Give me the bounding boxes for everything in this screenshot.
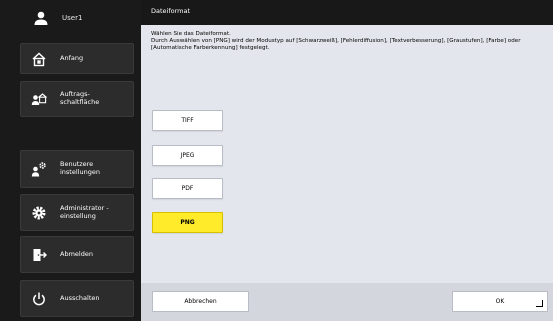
sidebar-item-home[interactable]: Anfang <box>20 43 134 74</box>
format-option-png[interactable]: PNG <box>152 212 223 233</box>
admin-gear-icon <box>31 205 47 221</box>
ok-button[interactable]: OK <box>452 291 548 312</box>
dialog-description: Wählen Sie das Dateiformat. Durch Auswäh… <box>151 31 521 51</box>
format-option-pdf[interactable]: PDF <box>152 178 223 199</box>
sidebar: User1 Anfang Auftrags- schaltfläche Benu… <box>0 0 141 321</box>
logout-icon <box>31 247 47 263</box>
sidebar-item-power-off[interactable]: Ausschalten <box>20 280 134 317</box>
format-option-jpeg[interactable]: JPEG <box>152 145 223 166</box>
job-button-icon <box>31 91 47 107</box>
power-icon <box>31 291 47 307</box>
sidebar-item-label: Auftrags- schaltfläche <box>60 90 100 106</box>
dialog-title: Dateiformat <box>151 7 191 15</box>
sidebar-item-label: Administrator - einstellung <box>60 203 109 220</box>
user-icon <box>34 11 48 25</box>
enter-icon <box>536 300 543 307</box>
sidebar-item-label: Anfang <box>60 53 84 62</box>
user-settings-icon <box>31 161 47 177</box>
sidebar-item-label: Benutzere instellungen <box>60 160 100 176</box>
sidebar-item-admin-settings[interactable]: Administrator - einstellung <box>20 194 134 231</box>
user-name: User1 <box>62 14 83 22</box>
format-option-tiff[interactable]: TIFF <box>152 110 223 131</box>
dialog-titlebar: Dateiformat <box>141 0 553 25</box>
ok-button-label: OK <box>495 298 505 305</box>
sidebar-item-label: Ausschalten <box>60 293 100 302</box>
sidebar-item-label: Abmelden <box>60 249 93 258</box>
cancel-button[interactable]: Abbrechen <box>152 291 249 312</box>
sidebar-item-logout[interactable]: Abmelden <box>20 236 134 273</box>
file-format-dialog: Dateiformat Wählen Sie das Dateiformat. … <box>141 0 553 321</box>
user-indicator: User1 <box>0 0 141 36</box>
home-icon <box>31 51 47 67</box>
sidebar-item-job-button[interactable]: Auftrags- schaltfläche <box>20 81 134 117</box>
sidebar-item-user-settings[interactable]: Benutzere instellungen <box>20 150 134 188</box>
